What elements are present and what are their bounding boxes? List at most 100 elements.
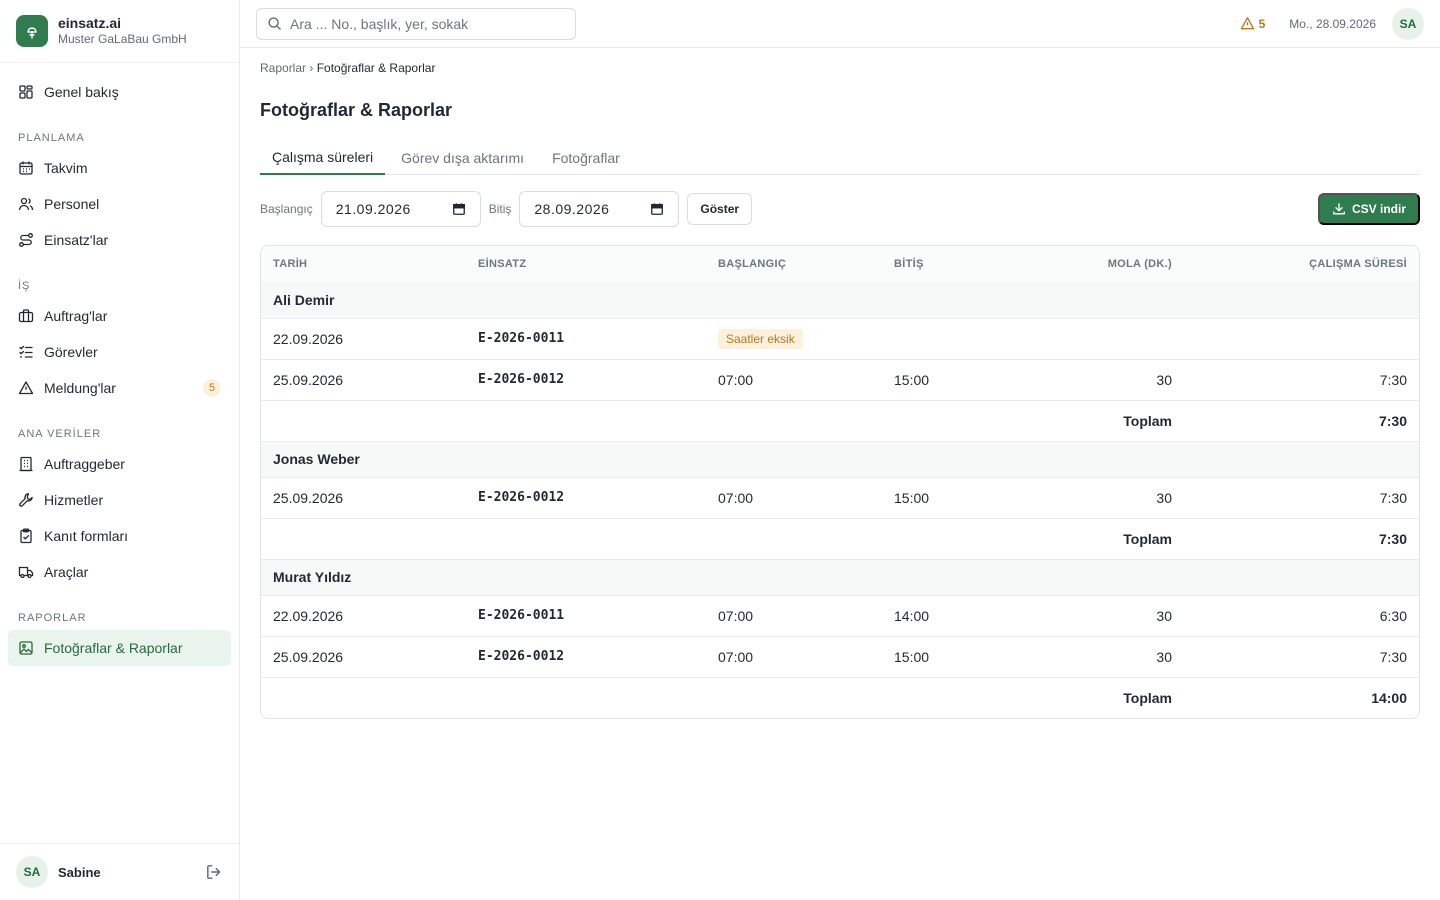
cell-end: 15:00 bbox=[882, 358, 1012, 400]
col-header-einsatz: EİNSATZ bbox=[466, 246, 706, 282]
cell-date: 22.09.2026 bbox=[261, 317, 466, 359]
nav-label: Araçlar bbox=[44, 564, 89, 580]
cell-einsatz[interactable]: E-2026-0011 bbox=[466, 594, 706, 636]
current-date: Mo., 28.09.2026 bbox=[1289, 16, 1376, 31]
nav-item-photos-reports[interactable]: Fotoğraflar & Raporlar bbox=[8, 630, 231, 666]
nav-item-vehicles[interactable]: Araçlar bbox=[8, 554, 231, 590]
nav-item-proof-forms[interactable]: Kanıt formları bbox=[8, 518, 231, 554]
start-date-input[interactable]: 21.09.2026 bbox=[320, 191, 481, 227]
end-date-input[interactable]: 28.09.2026 bbox=[519, 191, 680, 227]
truck-icon bbox=[18, 566, 34, 579]
nav-item-overview[interactable]: Genel bakış bbox=[8, 74, 231, 110]
table-row[interactable]: 22.09.2026 E-2026-0011 07:00 14:00 30 6:… bbox=[261, 594, 1419, 636]
briefcase-icon bbox=[18, 309, 34, 323]
breadcrumb-separator: › bbox=[309, 61, 314, 75]
nav-label: Auftraggeber bbox=[44, 456, 125, 472]
cell-break: 30 bbox=[1012, 594, 1184, 636]
csv-download-button[interactable]: CSV indir bbox=[1317, 193, 1420, 225]
work-times-table: TARİH EİNSATZ BAŞLANGIÇ BİTİŞ MOLA (DK.)… bbox=[260, 245, 1420, 719]
cell-end: 14:00 bbox=[882, 594, 1012, 636]
cell-duration: 7:30 bbox=[1184, 358, 1419, 400]
col-header-duration: ÇALIŞMA SÜRESİ bbox=[1184, 246, 1419, 282]
cell-start: Saatler eksik bbox=[706, 317, 882, 359]
tab-work-times[interactable]: Çalışma süreleri bbox=[260, 141, 386, 175]
logout-icon[interactable] bbox=[205, 863, 223, 881]
group-name: Ali Demir bbox=[261, 282, 1419, 318]
dashboard-grid-icon bbox=[19, 85, 33, 99]
end-date-value: 28.09.2026 bbox=[534, 201, 610, 217]
cell-duration bbox=[1184, 317, 1419, 359]
table-header-row: TARİH EİNSATZ BAŞLANGIÇ BİTİŞ MOLA (DK.)… bbox=[261, 246, 1419, 282]
cell-date: 25.09.2026 bbox=[261, 635, 466, 677]
group-name: Murat Yıldız bbox=[261, 558, 1419, 595]
cell-einsatz[interactable]: E-2026-0012 bbox=[466, 358, 706, 400]
nav-item-services[interactable]: Hizmetler bbox=[8, 482, 231, 518]
brand[interactable]: einsatz.ai Muster GaLaBau GmbH bbox=[0, 0, 239, 63]
user-avatar[interactable]: SA bbox=[16, 856, 48, 888]
cell-einsatz[interactable]: E-2026-0012 bbox=[466, 476, 706, 518]
main-nav: Genel bakış PLANLAMA Takvim Personel Ein… bbox=[0, 63, 239, 666]
cell-einsatz[interactable]: E-2026-0012 bbox=[466, 635, 706, 677]
user-name: Sabine bbox=[58, 864, 101, 880]
image-icon bbox=[19, 641, 33, 655]
nav-item-calendar[interactable]: Takvim bbox=[8, 150, 231, 186]
calendar-icon[interactable] bbox=[452, 202, 466, 216]
total-label: Toplam bbox=[1012, 517, 1184, 559]
calendar-icon[interactable] bbox=[650, 202, 664, 216]
total-label: Toplam bbox=[1012, 399, 1184, 441]
filter-bar: Başlangıç 21.09.2026 Bitiş 28.09.2026 Gö… bbox=[260, 191, 1420, 227]
total-value: 7:30 bbox=[1184, 517, 1419, 559]
nav-section-reports: RAPORLAR bbox=[18, 612, 87, 624]
nav-section-master-data: ANA VERİLER bbox=[18, 428, 102, 440]
nav-item-deployments[interactable]: Einsatz'lar bbox=[8, 222, 231, 258]
total-label: Toplam bbox=[1012, 676, 1184, 718]
cell-date: 22.09.2026 bbox=[261, 594, 466, 636]
col-header-end: BİTİŞ bbox=[882, 246, 1012, 282]
breadcrumb-parent[interactable]: Raporlar bbox=[260, 61, 306, 75]
nav-label: Takvim bbox=[44, 160, 88, 176]
search-icon bbox=[268, 17, 281, 30]
table-row[interactable]: 25.09.2026 E-2026-0012 07:00 15:00 30 7:… bbox=[261, 358, 1419, 400]
table-row[interactable]: 22.09.2026 E-2026-0011 Saatler eksik bbox=[261, 317, 1419, 359]
hours-missing-badge: Saatler eksik bbox=[718, 328, 803, 349]
brand-company: Muster GaLaBau GmbH bbox=[58, 32, 187, 47]
total-row: Toplam 14:00 bbox=[261, 676, 1419, 718]
tab-task-export[interactable]: Görev dışa aktarımı bbox=[389, 141, 536, 175]
total-spacer bbox=[261, 517, 1012, 559]
page-title: Fotoğraflar & Raporlar bbox=[260, 100, 453, 120]
nav-item-orders[interactable]: Auftrag'lar bbox=[8, 298, 231, 334]
total-spacer bbox=[261, 399, 1012, 441]
tab-photos[interactable]: Fotoğraflar bbox=[540, 141, 632, 175]
cell-break: 30 bbox=[1012, 635, 1184, 677]
tree-logo-icon bbox=[16, 15, 48, 47]
table-row[interactable]: 25.09.2026 E-2026-0012 07:00 15:00 30 7:… bbox=[261, 476, 1419, 518]
calendar-icon bbox=[19, 161, 33, 175]
nav-item-staff[interactable]: Personel bbox=[8, 186, 231, 222]
end-date-label: Bitiş bbox=[488, 202, 512, 216]
breadcrumb-current: Fotoğraflar & Raporlar bbox=[316, 61, 436, 75]
cell-start: 07:00 bbox=[706, 358, 882, 400]
cell-einsatz[interactable]: E-2026-0011 bbox=[466, 317, 706, 359]
search-box[interactable] bbox=[256, 7, 576, 40]
cell-duration: 6:30 bbox=[1184, 594, 1419, 636]
nav-item-issues[interactable]: Meldung'lar 5 bbox=[8, 370, 231, 406]
col-header-break: MOLA (DK.) bbox=[1012, 246, 1184, 282]
show-button[interactable]: Göster bbox=[687, 193, 753, 225]
top-user-avatar[interactable]: SA bbox=[1392, 7, 1424, 40]
nav-item-tasks[interactable]: Görevler bbox=[8, 334, 231, 370]
total-value: 7:30 bbox=[1184, 399, 1419, 441]
group-row: Jonas Weber bbox=[261, 440, 1419, 477]
cell-duration: 7:30 bbox=[1184, 635, 1419, 677]
nav-item-clients[interactable]: Auftraggeber bbox=[8, 446, 231, 482]
group-row: Murat Yıldız bbox=[261, 558, 1419, 595]
cell-start: 07:00 bbox=[706, 594, 882, 636]
table-row[interactable]: 25.09.2026 E-2026-0012 07:00 15:00 30 7:… bbox=[261, 635, 1419, 677]
nav-label: Genel bakış bbox=[44, 84, 119, 100]
cell-start: 07:00 bbox=[706, 476, 882, 518]
warnings-count: 5 bbox=[1258, 16, 1266, 31]
warnings-indicator[interactable]: 5 bbox=[1240, 16, 1266, 31]
topbar: 5 Mo., 28.09.2026 SA bbox=[240, 0, 1440, 48]
cell-duration: 7:30 bbox=[1184, 476, 1419, 518]
search-input[interactable] bbox=[290, 15, 560, 32]
total-spacer bbox=[261, 676, 1012, 718]
